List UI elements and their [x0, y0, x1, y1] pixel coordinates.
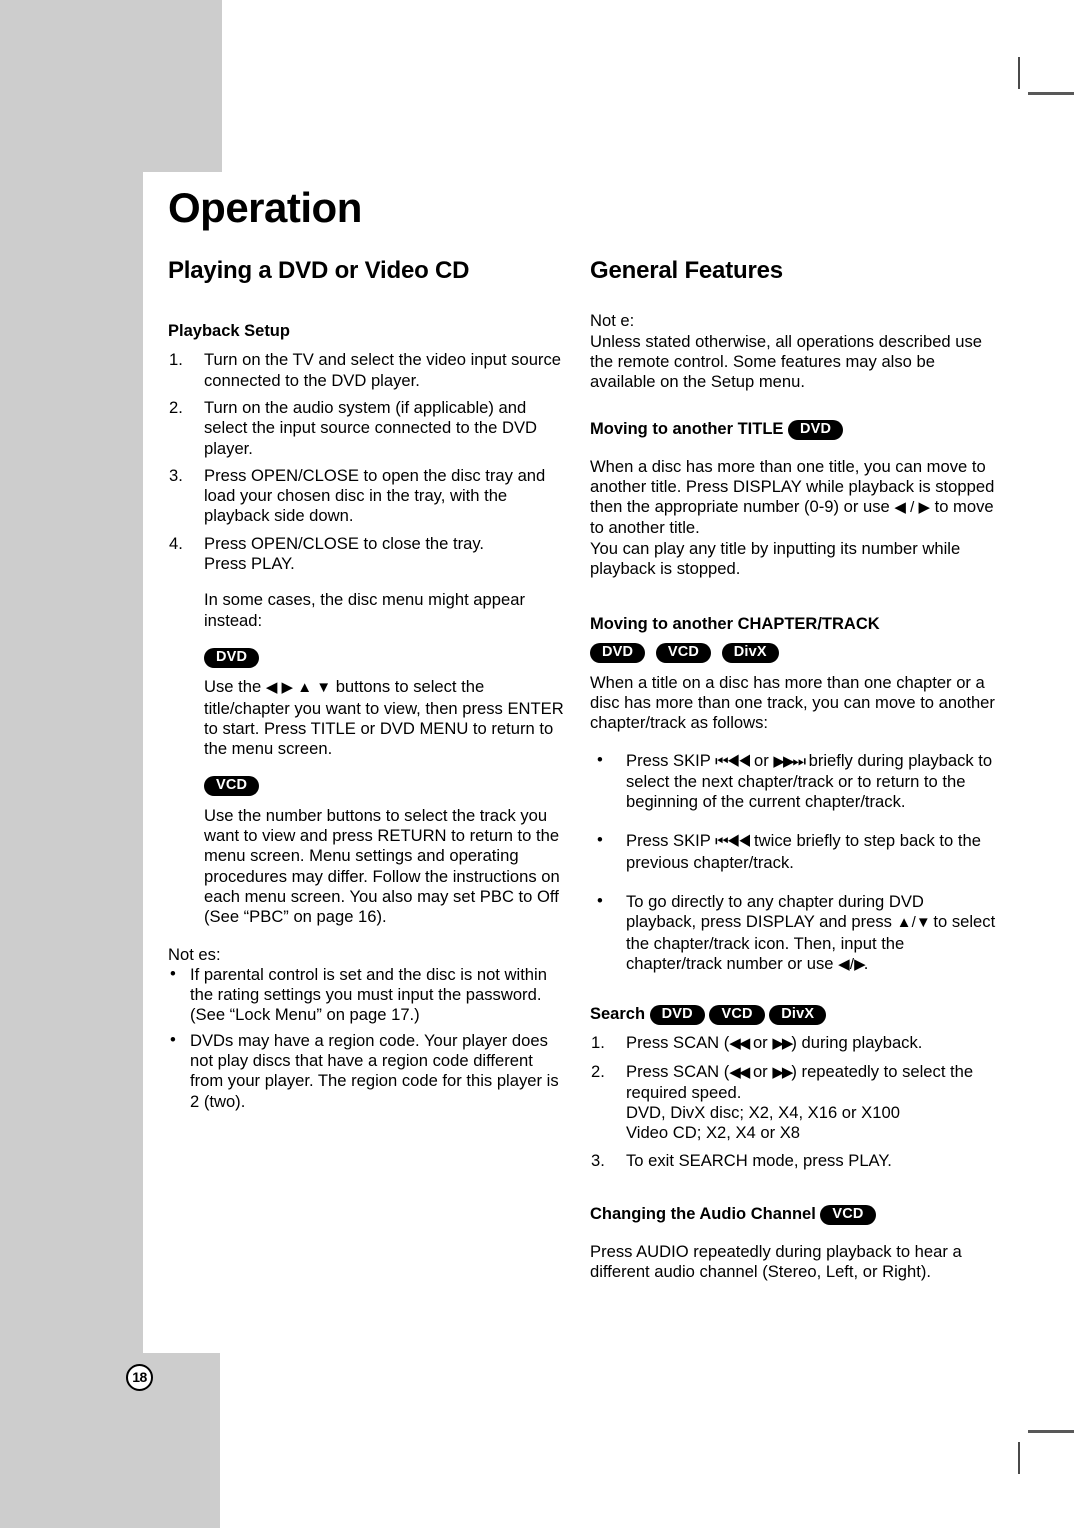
dvd-instructions-prefix: Use the [204, 677, 266, 697]
notes-label: Not es: [168, 944, 221, 964]
format-badge-vcd: VCD [655, 643, 712, 664]
crop-mark-bottom-right-vertical [1018, 1442, 1020, 1474]
bullet-icon: • [597, 749, 603, 769]
step-number: 1. [591, 1033, 605, 1053]
moving-to-title-dvd-badge: DVD [788, 419, 844, 440]
playback-glyph-icon: ▶▶⏭ [773, 752, 806, 770]
vcd-badge-row: VCD [168, 776, 568, 797]
page-number-badge: 18 [126, 1364, 153, 1391]
moving-to-chapter-intro: When a title on a disc has more than one… [590, 672, 995, 733]
playback-glyph-icon: ▶▶ [772, 1063, 793, 1081]
moving-to-title-line3: You can play any title by inputting its … [590, 538, 961, 579]
step-text: Turn on the TV and select the video inpu… [204, 350, 561, 390]
format-badge-search-dvd: DVD [649, 1005, 705, 1026]
format-badge-search-divx: DivX [769, 1005, 827, 1026]
playback-glyph-icon: ◀◀ [729, 1035, 750, 1053]
playback-setup-subtitle: Playback Setup [168, 322, 290, 341]
search-step-text: Press SCAN (◀◀ or ▶▶) repeatedly to sele… [626, 1061, 974, 1143]
disc-menu-note: In some cases, the disc menu might appea… [204, 590, 525, 630]
notes-list: • If parental control is set and the disc… [168, 963, 568, 1112]
moving-to-title-heading-label: Moving to another TITLE [590, 419, 784, 438]
general-note-text: Unless stated otherwise, all operations … [590, 331, 983, 392]
step-number: 4. [169, 533, 183, 553]
crop-mark-bottom-right-horizontal [1028, 1430, 1074, 1433]
bullet-icon: • [170, 1029, 176, 1049]
moving-to-chapter-heading: Moving to another CHAPTER/TRACK [590, 615, 880, 634]
dvd-badge: DVD [204, 647, 260, 668]
note-text: DVDs may have a region code. Your player… [190, 1030, 559, 1111]
moving-to-chapter-bullet-list: • Press SKIP ⏮◀◀ or ▶▶⏭ briefly during pl… [590, 749, 998, 976]
format-badge-divx: DivX [721, 643, 779, 664]
playback-glyph-icon: ▶▶ [772, 1035, 793, 1053]
crop-mark-top-right-vertical [1018, 57, 1020, 89]
direction-arrows-icon: ◀ ▶ ▲ ▼ [265, 679, 332, 697]
playback-setup-step-list: 1. Turn on the TV and select the video in… [168, 350, 568, 574]
grey-margin-block-top [0, 0, 222, 172]
vcd-badge: VCD [204, 776, 260, 797]
format-badge-search-vcd: VCD [709, 1005, 765, 1026]
audio-channel-heading: Changing the Audio Channel VCD [590, 1203, 998, 1225]
audio-channel-body: Press AUDIO repeatedly during playback t… [590, 1242, 962, 1282]
left-column: Playing a DVD or Video CD Playback Setup… [168, 257, 568, 1117]
step-text: Press OPEN/CLOSE to close the tray. Press… [204, 533, 485, 574]
right-column: General Features Not e: Unless stated ot… [590, 257, 998, 1283]
search-step: 2. Press SCAN (◀◀ or ▶▶) repeatedly to se… [590, 1062, 998, 1144]
search-heading-label: Search [590, 1005, 646, 1024]
dvd-badge-row: DVD [168, 647, 568, 668]
moving-to-title-heading: Moving to another TITLE DVD [590, 418, 998, 440]
left-right-arrows-icon: ◀ / ▶ [894, 499, 930, 517]
playback-glyph-icon: ⏮◀◀ [715, 833, 751, 851]
bullet-icon: • [597, 891, 603, 911]
chapter-bullet-text: Press SKIP ⏮◀◀ or ▶▶⏭ briefly during pla… [626, 750, 993, 812]
step-number: 2. [169, 397, 183, 417]
format-badge-dvd: DVD [590, 643, 646, 664]
left-section-title: Playing a DVD or Video CD [168, 257, 470, 284]
chapter-bullet-text: Press SKIP ⏮◀◀ twice briefly to step bac… [626, 831, 981, 872]
crop-mark-top-right-horizontal [1028, 92, 1074, 95]
playback-setup-step: 3. Press OPEN/CLOSE to open the disc tray… [168, 466, 568, 527]
playback-setup-step: 2. Turn on the audio system (if applicabl… [168, 398, 568, 459]
chapter-title: Operation [168, 184, 362, 231]
dvd-instructions: Use the ◀ ▶ ▲ ▼ buttons to select the ti… [168, 677, 568, 759]
search-step: 1. Press SCAN (◀◀ or ▶▶) during playback. [590, 1033, 998, 1054]
search-step-list: 1. Press SCAN (◀◀ or ▶▶) during playback.… [590, 1033, 998, 1171]
note-item: • If parental control is set and the disc… [168, 963, 568, 1026]
playback-glyph-icon: ▲ / ▼ [896, 914, 931, 932]
playback-setup-step: 4. Press OPEN/CLOSE to close the tray. Pre… [168, 534, 568, 575]
grey-margin-block-bottom [0, 1353, 220, 1528]
playback-glyph-icon: ◀◀ [729, 1063, 750, 1081]
note-item: • DVDs may have a region code. Your playe… [168, 1029, 568, 1112]
step-number: 1. [169, 350, 183, 370]
search-step-text: To exit SEARCH mode, press PLAY. [626, 1150, 892, 1170]
bullet-icon: • [597, 830, 603, 850]
chapter-bullet-item: • To go directly to any chapter during DV… [590, 891, 998, 975]
bullet-icon: • [170, 963, 176, 983]
audio-channel-vcd-badge: VCD [820, 1205, 876, 1225]
search-badge-row: DVD VCD DivX [649, 1005, 827, 1026]
chapter-bullet-item: • Press SKIP ⏮◀◀ or ▶▶⏭ briefly during pl… [590, 749, 998, 813]
playback-glyph-icon: ◀ / ▶ [838, 955, 866, 973]
playback-glyph-icon: ⏮◀◀ [715, 752, 751, 770]
step-number: 3. [169, 465, 183, 485]
step-number: 2. [591, 1061, 605, 1081]
chapter-bullet-item: • Press SKIP ⏮◀◀ twice briefly to step ba… [590, 830, 998, 873]
search-step: 3. To exit SEARCH mode, press PLAY. [590, 1151, 998, 1171]
playback-setup-step: 1. Turn on the TV and select the video in… [168, 350, 568, 391]
audio-channel-heading-label: Changing the Audio Channel [590, 1205, 816, 1223]
search-step-text: Press SCAN (◀◀ or ▶▶) during playback. [626, 1033, 923, 1053]
grey-margin-block-middle [0, 172, 143, 1354]
moving-to-title-body: When a disc has more than one title, you… [590, 457, 998, 580]
vcd-instructions: Use the number buttons to select the tra… [204, 805, 560, 927]
search-heading: Search DVD VCD DivX [590, 1003, 998, 1026]
general-note-label: Not e: [590, 311, 635, 331]
step-number: 3. [591, 1150, 605, 1170]
right-section-title: General Features [590, 257, 783, 284]
step-text: Press OPEN/CLOSE to open the disc tray a… [204, 465, 546, 526]
moving-to-chapter-badge-row: DVD VCD DivX [590, 643, 998, 664]
chapter-bullet-text: To go directly to any chapter during DVD… [626, 892, 996, 973]
step-text: Turn on the audio system (if applicable)… [204, 397, 537, 458]
note-text: If parental control is set and the disc … [190, 964, 547, 1025]
